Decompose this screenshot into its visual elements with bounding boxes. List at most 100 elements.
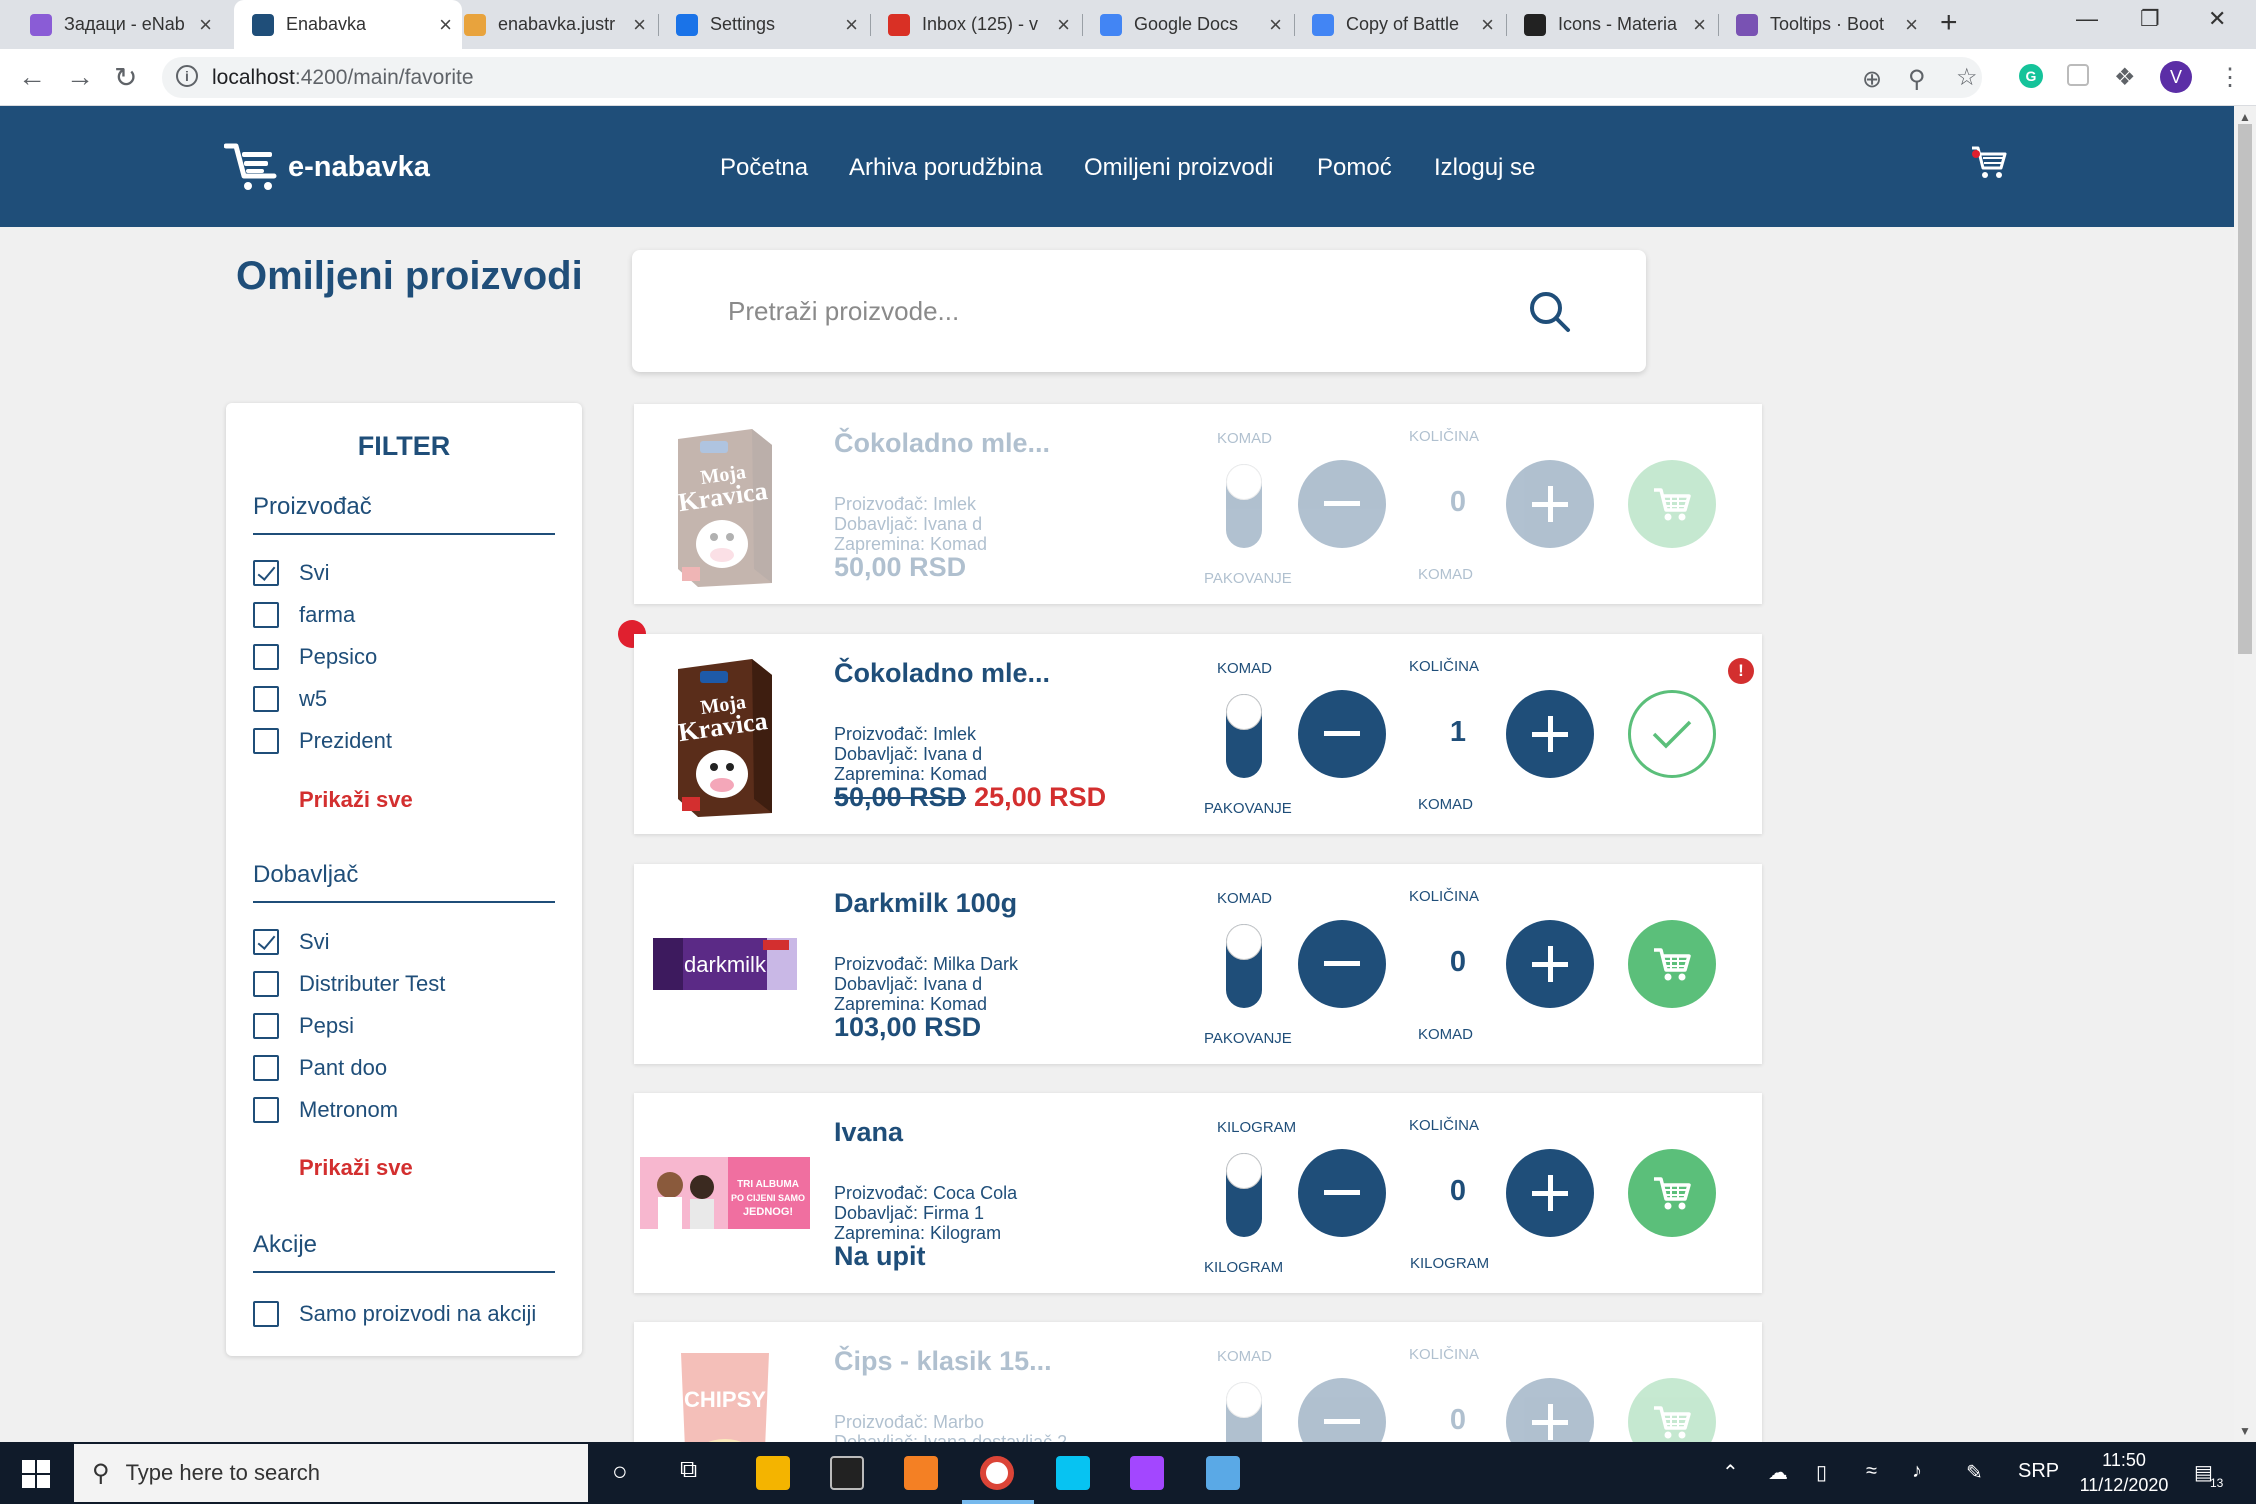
add-to-cart-button[interactable] xyxy=(1628,920,1716,1008)
bookmark-star-icon[interactable]: ☆ xyxy=(1956,63,1978,92)
checkbox[interactable] xyxy=(253,686,279,712)
filter-option[interactable]: Pepsi xyxy=(253,1013,354,1039)
filter-option[interactable]: Prezident xyxy=(253,728,392,754)
zoom-icon[interactable]: ⚲ xyxy=(1908,65,1926,94)
close-tab-icon[interactable]: × xyxy=(1905,12,1918,38)
filter-option[interactable]: Metronom xyxy=(253,1097,398,1123)
nav-help[interactable]: Pomoć xyxy=(1317,154,1392,182)
product-name[interactable]: Ivana xyxy=(834,1117,903,1148)
alert-icon[interactable]: ! xyxy=(1728,658,1754,684)
unit-toggle[interactable] xyxy=(1226,1153,1262,1237)
search-input[interactable] xyxy=(728,286,1528,336)
sublime-icon[interactable] xyxy=(904,1456,938,1490)
nav-favorites[interactable]: Omiljeni proizvodi xyxy=(1084,154,1273,182)
product-name[interactable]: Čokoladno mle... xyxy=(834,658,1050,689)
pen-icon[interactable]: ✎ xyxy=(1966,1460,1983,1485)
browser-tab[interactable]: Google Docs × xyxy=(1082,0,1292,49)
checkbox[interactable] xyxy=(253,1013,279,1039)
checkbox[interactable] xyxy=(253,1055,279,1081)
tray-up-icon[interactable]: ⌃ xyxy=(1722,1460,1739,1485)
decrease-quantity-button[interactable] xyxy=(1298,920,1386,1008)
windows-start-icon[interactable] xyxy=(22,1460,50,1488)
checkbox[interactable] xyxy=(253,644,279,670)
volume-icon[interactable]: ♪ xyxy=(1912,1460,1922,1483)
increase-quantity-button[interactable] xyxy=(1506,920,1594,1008)
increase-quantity-button[interactable] xyxy=(1506,460,1594,548)
decrease-quantity-button[interactable] xyxy=(1298,460,1386,548)
puzzle-icon[interactable]: ❖ xyxy=(2114,63,2136,92)
checkbox[interactable] xyxy=(253,560,279,586)
close-tab-icon[interactable]: × xyxy=(633,12,646,38)
decrease-quantity-button[interactable] xyxy=(1298,1149,1386,1237)
add-icon[interactable]: ⊕ xyxy=(1862,65,1882,94)
grammarly-icon[interactable]: G xyxy=(2018,63,2044,96)
add-to-cart-button[interactable] xyxy=(1628,460,1716,548)
decrease-quantity-button[interactable] xyxy=(1298,690,1386,778)
filter-option[interactable]: Pant doo xyxy=(253,1055,387,1081)
language-indicator[interactable]: SRP xyxy=(2018,1460,2059,1483)
wifi-icon[interactable]: ≈ xyxy=(1866,1460,1877,1483)
browser-tab[interactable]: Enabavka × xyxy=(234,0,462,49)
close-tab-icon[interactable]: × xyxy=(199,12,212,38)
cart-icon[interactable] xyxy=(1968,142,2008,182)
extension-icon[interactable] xyxy=(2066,63,2090,94)
product-name[interactable]: Čips - klasik 15... xyxy=(834,1346,1052,1377)
menu-dots-icon[interactable]: ⋮ xyxy=(2218,63,2242,92)
search-icon[interactable] xyxy=(1526,288,1574,336)
browser-tab[interactable]: Icons - Materia × xyxy=(1506,0,1716,49)
checkbox[interactable] xyxy=(253,602,279,628)
browser-tab[interactable]: Settings × xyxy=(658,0,868,49)
control-panel-icon[interactable] xyxy=(1206,1456,1240,1490)
battery-icon[interactable]: ▯ xyxy=(1816,1460,1827,1485)
taskbar-search[interactable]: ⚲ Type here to search xyxy=(74,1444,588,1502)
new-tab-button[interactable]: + xyxy=(1940,6,1958,40)
browser-tab[interactable]: enabavka.justr × xyxy=(446,0,656,49)
nav-logout[interactable]: Izloguj se xyxy=(1434,154,1535,182)
close-tab-icon[interactable]: × xyxy=(845,12,858,38)
product-image-wrap[interactable]: Moja Kravica xyxy=(640,644,810,824)
producer-show-all-link[interactable]: Prikaži sve xyxy=(299,787,413,813)
scrollbar-thumb[interactable] xyxy=(2238,124,2252,654)
nav-home[interactable]: Početna xyxy=(720,154,808,182)
product-name[interactable]: Darkmilk 100g xyxy=(834,888,1017,919)
page-scrollbar[interactable]: ▲ ▼ xyxy=(2234,106,2256,1442)
terminal-icon[interactable] xyxy=(830,1456,864,1490)
checkbox[interactable] xyxy=(253,929,279,955)
task-view-icon[interactable]: ⧉ xyxy=(680,1456,697,1484)
minimize-button[interactable]: — xyxy=(2076,6,2098,32)
unit-toggle[interactable] xyxy=(1226,464,1262,548)
reload-icon[interactable]: ↻ xyxy=(114,61,137,94)
browser-tab[interactable]: Задаци - eNab × xyxy=(12,0,222,49)
product-image-wrap[interactable]: TRI ALBUMA PO CIJENI SAMO JEDNOG! xyxy=(640,1103,810,1283)
checkbox[interactable] xyxy=(253,1301,279,1327)
add-to-cart-button[interactable] xyxy=(1628,1149,1716,1237)
browser-tab[interactable]: Tooltips · Boot × xyxy=(1718,0,1928,49)
supplier-show-all-link[interactable]: Prikaži sve xyxy=(299,1155,413,1181)
increase-quantity-button[interactable] xyxy=(1506,690,1594,778)
checkbox[interactable] xyxy=(253,728,279,754)
site-info-icon[interactable]: i xyxy=(176,65,198,87)
webstorm-icon[interactable] xyxy=(1056,1456,1090,1490)
unit-toggle[interactable] xyxy=(1226,694,1262,778)
onedrive-icon[interactable]: ☁ xyxy=(1768,1460,1788,1485)
browser-tab[interactable]: Copy of Battle × xyxy=(1294,0,1504,49)
close-tab-icon[interactable]: × xyxy=(1269,12,1282,38)
restore-button[interactable]: ❐ xyxy=(2140,6,2160,32)
checkbox[interactable] xyxy=(253,1097,279,1123)
unit-toggle[interactable] xyxy=(1226,924,1262,1008)
taskbar-clock[interactable]: 11:50 11/12/2020 xyxy=(2064,1448,2184,1498)
product-image-wrap[interactable]: Moja Kravica xyxy=(640,414,810,594)
close-tab-icon[interactable]: × xyxy=(1481,12,1494,38)
close-tab-icon[interactable]: × xyxy=(1057,12,1070,38)
file-explorer-icon[interactable] xyxy=(756,1456,790,1490)
filter-option-on-sale[interactable]: Samo proizvodi na akciji xyxy=(253,1301,536,1327)
checkbox[interactable] xyxy=(253,971,279,997)
nav-order-archive[interactable]: Arhiva porudžbina xyxy=(849,154,1042,182)
increase-quantity-button[interactable] xyxy=(1506,1149,1594,1237)
filter-option[interactable]: Pepsico xyxy=(253,644,377,670)
profile-avatar[interactable]: V xyxy=(2160,61,2192,93)
cortana-icon[interactable]: ○ xyxy=(612,1456,628,1487)
close-window-button[interactable]: ✕ xyxy=(2208,6,2226,32)
filter-option[interactable]: w5 xyxy=(253,686,327,712)
filter-option[interactable]: farma xyxy=(253,602,355,628)
